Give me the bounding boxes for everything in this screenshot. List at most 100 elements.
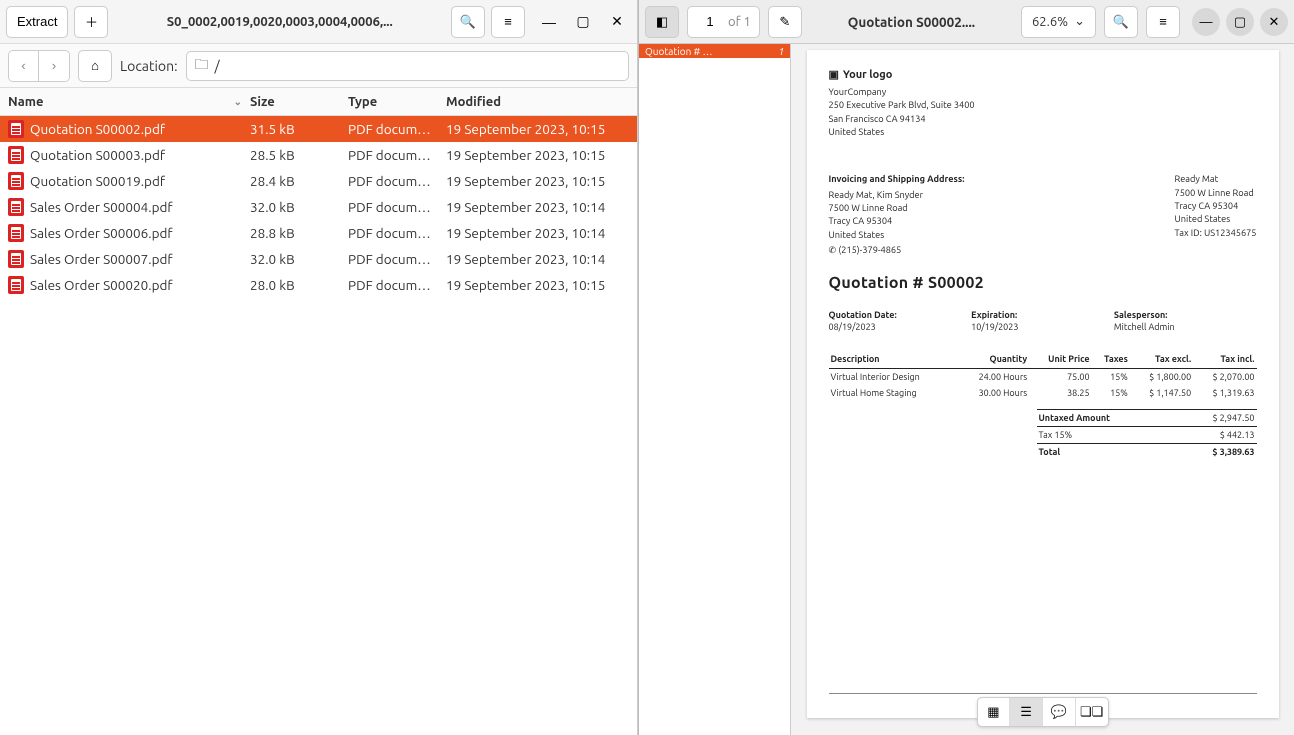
close-button[interactable]: ✕	[603, 8, 631, 36]
viewer-menu-button[interactable]: ≡	[1146, 6, 1180, 38]
pdf-icon	[8, 198, 24, 216]
dual-page-button[interactable]: ❏❏	[1076, 698, 1108, 726]
thumbnail-tab[interactable]: Quotation # … 1	[639, 44, 790, 58]
viewer-title: Quotation S00002....	[810, 14, 1013, 30]
file-size: 31.5 kB	[250, 121, 348, 137]
pdf-icon	[8, 224, 24, 242]
file-row[interactable]: Sales Order S00006.pdf28.8 kBPDF docum…1…	[0, 220, 637, 246]
home-button[interactable]: ⌂	[78, 50, 112, 82]
pdf-icon	[8, 146, 24, 164]
file-type: PDF docum…	[348, 121, 446, 137]
shipping-address: Invoicing and Shipping Address: Ready Ma…	[829, 172, 965, 256]
file-modified: 19 September 2023, 10:15	[446, 147, 637, 163]
document-title: Quotation # S00002	[829, 274, 1257, 292]
location-bar: ‹ › ⌂ Location: 🗀 /	[0, 44, 637, 88]
minimize-button[interactable]: —	[535, 8, 563, 36]
pdf-icon	[8, 250, 24, 268]
file-type: PDF docum…	[348, 199, 446, 215]
file-name: Quotation S00002.pdf	[30, 121, 165, 137]
extract-button[interactable]: Extract	[6, 6, 68, 38]
company-address: YourCompany 250 Executive Park Blvd, Sui…	[829, 85, 1257, 138]
file-name: Sales Order S00004.pdf	[30, 199, 173, 215]
file-modified: 19 September 2023, 10:14	[446, 199, 637, 215]
column-type[interactable]: Type	[348, 95, 446, 109]
file-modified: 19 September 2023, 10:15	[446, 277, 637, 293]
file-name: Sales Order S00006.pdf	[30, 225, 173, 241]
zoom-value: 62.6%	[1032, 15, 1068, 29]
pdf-viewer-window: ◧ of 1 ✎ Quotation S00002.... 62.6% ⌄ 🔍 …	[638, 0, 1294, 735]
path-text: /	[215, 58, 220, 74]
company-logo: ▣ Your logo	[829, 68, 1257, 81]
file-size: 32.0 kB	[250, 199, 348, 215]
back-button[interactable]: ‹	[9, 51, 39, 81]
viewer-maximize-button[interactable]: ▢	[1226, 8, 1254, 36]
file-modified: 19 September 2023, 10:14	[446, 225, 637, 241]
file-modified: 19 September 2023, 10:14	[446, 251, 637, 267]
file-size: 32.0 kB	[250, 251, 348, 267]
file-row[interactable]: Sales Order S00004.pdf 32.0 kBPDF docum…1…	[0, 194, 637, 220]
phone-icon: ✆	[829, 244, 839, 255]
pdf-icon	[8, 120, 24, 138]
pdf-page: ▣ Your logo YourCompany 250 Executive Pa…	[807, 50, 1279, 718]
list-view-button[interactable]: ☰	[1010, 698, 1043, 726]
totals-block: Untaxed Amount$ 2,947.50 Tax 15%$ 442.13…	[1037, 409, 1257, 460]
file-size: 28.8 kB	[250, 225, 348, 241]
forward-button[interactable]: ›	[39, 51, 69, 81]
file-name: Quotation S00003.pdf	[30, 147, 165, 163]
find-button[interactable]: 🔍	[1104, 6, 1138, 38]
customer-address: Ready Mat 7500 W Linne Road Tracy CA 953…	[1175, 172, 1257, 256]
annotate-button[interactable]: ✎	[768, 6, 802, 38]
file-modified: 19 September 2023, 10:15	[446, 173, 637, 189]
file-row[interactable]: Sales Order S00007.pdf 32.0 kBPDF docum…1…	[0, 246, 637, 272]
pdf-icon	[8, 276, 24, 294]
file-size: 28.0 kB	[250, 277, 348, 293]
file-list[interactable]: Quotation S00002.pdf31.5 kBPDF docum…19 …	[0, 116, 637, 735]
file-row[interactable]: Quotation S00002.pdf 31.5 kBPDF docum…19 …	[0, 116, 637, 142]
page-indicator[interactable]: of 1	[687, 6, 760, 38]
file-size: 28.4 kB	[250, 173, 348, 189]
toggle-sidebar-button[interactable]: ◧	[645, 6, 679, 38]
grid-view-button[interactable]: ▦	[978, 698, 1011, 726]
file-row[interactable]: Quotation S00019.pdf28.4 kBPDF docum…19 …	[0, 168, 637, 194]
chevron-down-icon: ⌄	[1074, 14, 1085, 29]
file-name: Sales Order S00020.pdf	[30, 277, 173, 293]
file-name: Quotation S00019.pdf	[30, 173, 165, 189]
folder-icon: 🗀	[195, 54, 209, 78]
viewer-minimize-button[interactable]: —	[1192, 8, 1220, 36]
camera-icon: ▣	[829, 68, 839, 81]
zoom-dropdown[interactable]: 62.6% ⌄	[1021, 6, 1096, 38]
viewer-close-button[interactable]: ✕	[1260, 8, 1288, 36]
column-size[interactable]: Size	[250, 95, 348, 109]
file-type: PDF docum…	[348, 147, 446, 163]
path-input[interactable]: 🗀 /	[186, 51, 629, 81]
archive-manager-window: Extract ＋ S0_0002,0019,0020,0003,0004,00…	[0, 0, 638, 735]
search-button[interactable]: 🔍	[451, 6, 485, 38]
window-title: S0_0002,0019,0020,0003,0004,0006,...	[114, 15, 445, 29]
column-name[interactable]: Name ⌄	[0, 95, 250, 109]
page-total: of 1	[728, 15, 751, 29]
file-size: 28.5 kB	[250, 147, 348, 163]
view-mode-toolbar: ▦ ☰ 💬 ❏❏	[977, 697, 1109, 727]
file-row[interactable]: Quotation S00003.pdf 28.5 kBPDF docum…19 …	[0, 142, 637, 168]
titlebar: Extract ＋ S0_0002,0019,0020,0003,0004,00…	[0, 0, 637, 44]
file-list-header: Name ⌄ Size Type Modified	[0, 88, 637, 116]
annotations-button[interactable]: 💬	[1043, 698, 1076, 726]
column-modified[interactable]: Modified	[446, 95, 637, 109]
line-item: Virtual Interior Design24.00 Hours75.001…	[829, 369, 1257, 386]
pdf-icon	[8, 172, 24, 190]
page-canvas[interactable]: ▣ Your logo YourCompany 250 Executive Pa…	[791, 44, 1294, 735]
file-type: PDF docum…	[348, 277, 446, 293]
sort-indicator-icon: ⌄	[234, 96, 242, 108]
viewer-titlebar: ◧ of 1 ✎ Quotation S00002.... 62.6% ⌄ 🔍 …	[639, 0, 1294, 44]
file-name: Sales Order S00007.pdf	[30, 251, 173, 267]
menu-button[interactable]: ≡	[491, 6, 525, 38]
file-modified: 19 September 2023, 10:15	[446, 121, 637, 137]
file-type: PDF docum…	[348, 251, 446, 267]
maximize-button[interactable]: ▢	[569, 8, 597, 36]
file-row[interactable]: Sales Order S00020.pdf 28.0 kBPDF docum…1…	[0, 272, 637, 298]
thumbnail-sidebar: Quotation # … 1	[639, 44, 791, 735]
add-button[interactable]: ＋	[74, 6, 108, 38]
location-label: Location:	[120, 58, 178, 74]
document-meta: Quotation Date: 08/19/2023 Expiration: 1…	[829, 310, 1257, 332]
page-input[interactable]	[696, 14, 724, 29]
